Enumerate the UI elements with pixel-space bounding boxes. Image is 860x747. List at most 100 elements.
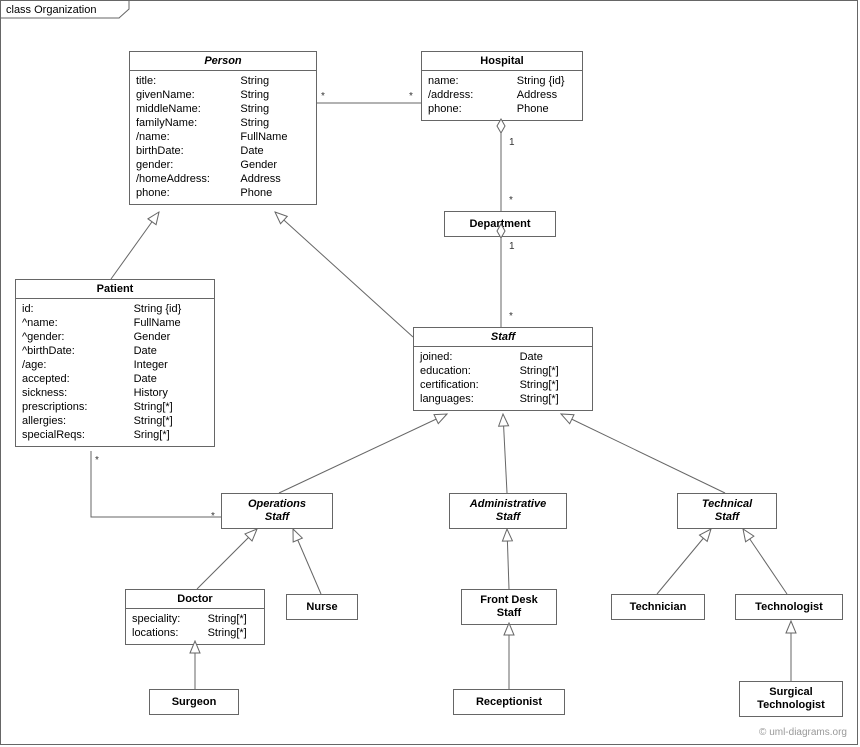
attr-name: certification: [420,378,520,392]
attr-row: phone:Phone [136,186,310,200]
attr-type: Date [520,350,586,364]
attr-name: title: [136,74,240,88]
class-hospital: Hospital name:String {id}/address:Addres… [421,51,583,121]
attr-type: String {id} [517,74,576,88]
attr-row: languages:String[*] [420,392,586,406]
class-nurse: Nurse [286,594,358,620]
attr-row: speciality:String[*] [132,612,258,626]
attr-name: givenName: [136,88,240,102]
attr-name: phone: [428,102,517,116]
class-title-patient: Patient [16,280,214,299]
class-front-desk-staff: Front Desk Staff [461,589,557,625]
attr-name: name: [428,74,517,88]
attr-type: String[*] [208,612,258,626]
attr-name: /name: [136,130,240,144]
attr-row: allergies:String[*] [22,414,208,428]
class-title-staff: Staff [414,328,592,347]
attr-row: locations:String[*] [132,626,258,640]
attr-type: String[*] [520,364,586,378]
attr-type: Date [134,344,208,358]
attr-row: title:String [136,74,310,88]
class-technologist: Technologist [735,594,843,620]
attr-name: joined: [420,350,520,364]
class-title-doctor: Doctor [126,590,264,609]
class-person: Person title:StringgivenName:Stringmiddl… [129,51,317,205]
attr-type: String {id} [134,302,208,316]
class-operations-staff: Operations Staff [221,493,333,529]
attr-name: ^gender: [22,330,134,344]
mult-dept-staff-star: * [509,311,513,322]
attr-type: Address [240,172,310,186]
attr-type: String [240,116,310,130]
attr-row: gender:Gender [136,158,310,172]
class-technical-staff: Technical Staff [677,493,777,529]
attr-name: ^name: [22,316,134,330]
attr-type: Date [240,144,310,158]
attr-row: birthDate:Date [136,144,310,158]
attr-row: familyName:String [136,116,310,130]
attr-name: speciality: [132,612,208,626]
attr-name: education: [420,364,520,378]
attr-row: ^gender:Gender [22,330,208,344]
class-surgical-technologist: Surgical Technologist [739,681,843,717]
attr-row: sickness:History [22,386,208,400]
attr-row: /name:FullName [136,130,310,144]
attr-row: /age:Integer [22,358,208,372]
mult-patient-bottom: * [95,455,99,466]
attr-name: /homeAddress: [136,172,240,186]
mult-dept-staff-1: 1 [509,241,515,252]
attr-row: name:String {id} [428,74,576,88]
class-surgeon: Surgeon [149,689,239,715]
attr-type: String[*] [520,378,586,392]
attr-type: Phone [517,102,576,116]
class-patient: Patient id:String {id}^name:FullName^gen… [15,279,215,447]
watermark: © uml-diagrams.org [759,727,847,738]
attr-type: Integer [134,358,208,372]
attr-type: String[*] [134,400,208,414]
attr-name: prescriptions: [22,400,134,414]
attr-row: accepted:Date [22,372,208,386]
attr-type: Phone [240,186,310,200]
attr-name: id: [22,302,134,316]
attr-name: sickness: [22,386,134,400]
attr-name: middleName: [136,102,240,116]
attr-row: middleName:String [136,102,310,116]
attr-name: /age: [22,358,134,372]
attr-name: specialReqs: [22,428,134,442]
attr-row: givenName:String [136,88,310,102]
class-staff: Staff joined:Dateeducation:String[*]cert… [413,327,593,411]
attr-type: String[*] [208,626,258,640]
mult-ops-top: * [211,511,215,522]
attr-name: languages: [420,392,520,406]
attr-row: /address:Address [428,88,576,102]
attr-type: Address [517,88,576,102]
uml-frame: class Organization class Organization Pe… [0,0,858,745]
class-administrative-staff: Administrative Staff [449,493,567,529]
attr-name: /address: [428,88,517,102]
attr-type: String[*] [520,392,586,406]
attr-row: /homeAddress:Address [136,172,310,186]
attr-row: specialReqs:Sring[*] [22,428,208,442]
mult-hosp-dept-1: 1 [509,137,515,148]
class-title-person: Person [130,52,316,71]
attr-type: FullName [240,130,310,144]
class-title-hospital: Hospital [422,52,582,71]
frame-label: class Organization [5,2,96,14]
class-technician: Technician [611,594,705,620]
attr-type: Gender [240,158,310,172]
attr-row: prescriptions:String[*] [22,400,208,414]
class-doctor: Doctor speciality:String[*]locations:Str… [125,589,265,645]
attr-name: phone: [136,186,240,200]
attr-name: accepted: [22,372,134,386]
attr-type: String[*] [134,414,208,428]
attr-type: Gender [134,330,208,344]
attr-type: String [240,74,310,88]
attr-name: gender: [136,158,240,172]
attr-type: Date [134,372,208,386]
attr-type: String [240,88,310,102]
attr-row: education:String[*] [420,364,586,378]
attr-type: String [240,102,310,116]
attr-row: ^birthDate:Date [22,344,208,358]
mult-person-right: * [321,91,325,102]
attr-name: ^birthDate: [22,344,134,358]
